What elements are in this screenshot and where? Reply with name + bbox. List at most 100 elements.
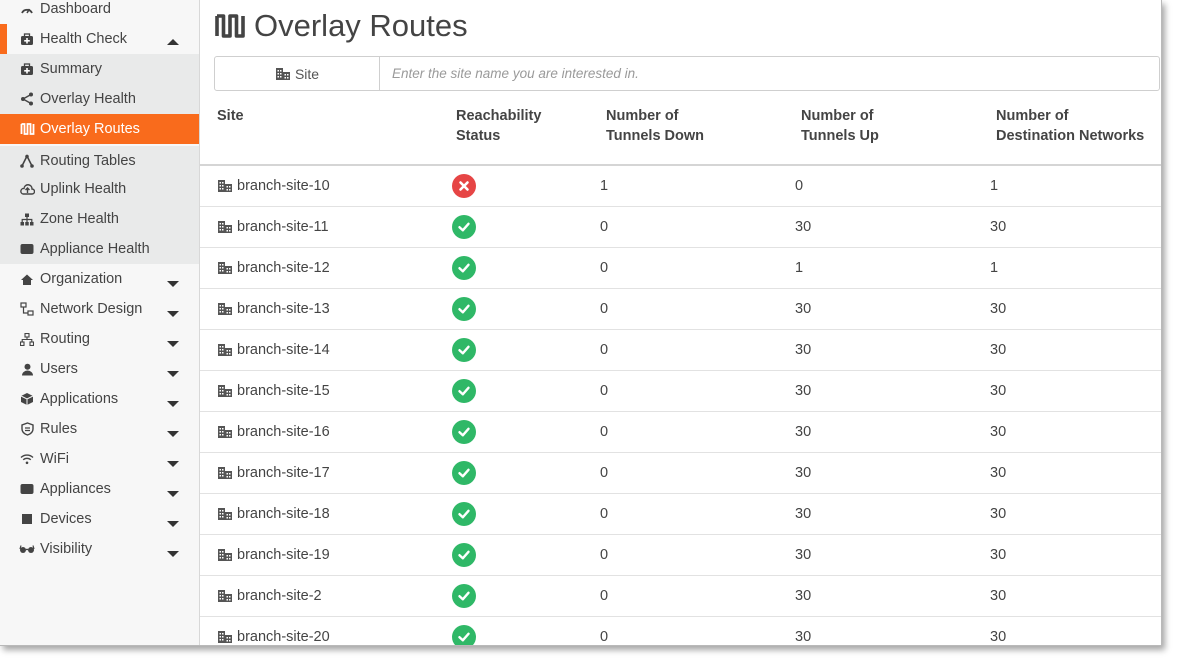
sidebar-item-label: Zone Health	[40, 211, 119, 227]
column-header-site[interactable]: Site	[200, 96, 456, 166]
table-row[interactable]: branch-site-12 0 1 1	[200, 247, 1161, 289]
table-row[interactable]: branch-site-18 0 30 30	[200, 493, 1161, 535]
tunnels-up-cell: 30	[795, 206, 996, 248]
table-row[interactable]: branch-site-14 0 30 30	[200, 329, 1161, 371]
sidebar-item-zone-health[interactable]: Zone Health	[0, 204, 199, 234]
site-cell[interactable]: branch-site-20	[200, 616, 456, 645]
table-row[interactable]: branch-site-17 0 30 30	[200, 452, 1161, 494]
sidebar-item-organization[interactable]: Organization	[0, 264, 199, 294]
column-header-destination-networks[interactable]: Number of Destination Networks	[996, 96, 1161, 166]
site-cell[interactable]: branch-site-14	[200, 329, 456, 371]
sidebar-item-uplink-health[interactable]: Uplink Health	[0, 174, 199, 204]
sidebar-item-routing-tables[interactable]: Routing Tables	[0, 146, 199, 176]
building-icon	[218, 180, 232, 192]
sidebar-item-users[interactable]: Users	[0, 354, 199, 384]
site-cell[interactable]: branch-site-2	[200, 575, 456, 617]
site-name[interactable]: branch-site-18	[237, 506, 330, 522]
sidebar-item-dashboard[interactable]: Dashboard	[0, 0, 199, 24]
building-icon	[275, 67, 290, 80]
site-cell[interactable]: branch-site-16	[200, 411, 456, 453]
sidebar-item-devices[interactable]: Devices	[0, 504, 199, 534]
sidebar-item-applications[interactable]: Applications	[0, 384, 199, 414]
chevron-down-icon[interactable]	[167, 401, 179, 407]
site-name[interactable]: branch-site-2	[237, 588, 322, 604]
tunnels-down-cell: 1	[600, 165, 801, 207]
site-name[interactable]: branch-site-13	[237, 301, 330, 317]
site-name[interactable]: branch-site-16	[237, 424, 330, 440]
site-cell[interactable]: branch-site-13	[200, 288, 456, 330]
tunnels-down-cell: 0	[600, 616, 801, 645]
sidebar-item-label: Uplink Health	[40, 181, 127, 197]
site-search-input[interactable]	[380, 57, 1159, 90]
sidebar-item-wifi[interactable]: WiFi	[0, 444, 199, 474]
table-row[interactable]: branch-site-15 0 30 30	[200, 370, 1161, 412]
sidebar-item-overlay-health[interactable]: Overlay Health	[0, 84, 199, 114]
site-name[interactable]: branch-site-14	[237, 342, 330, 358]
chevron-down-icon[interactable]	[167, 371, 179, 377]
sidebar-item-label: Routing Tables	[40, 153, 136, 169]
reachability-status-cell	[452, 493, 606, 535]
table-row[interactable]: branch-site-20 0 30 30	[200, 616, 1161, 645]
chevron-down-icon[interactable]	[167, 281, 179, 287]
site-name[interactable]: branch-site-10	[237, 178, 330, 194]
column-header-reachability-status[interactable]: Reachability Status	[456, 96, 606, 166]
site-cell[interactable]: branch-site-11	[200, 206, 456, 248]
sidebar-item-label: Appliances	[40, 481, 111, 497]
sidebar-item-label: Visibility	[40, 541, 93, 557]
site-cell[interactable]: branch-site-18	[200, 493, 456, 535]
chevron-down-icon[interactable]	[167, 551, 179, 557]
sidebar-item-label: Devices	[40, 511, 92, 527]
main-content: Overlay Routes Site Site Reac	[200, 0, 1161, 645]
shield-icon	[18, 422, 36, 436]
site-name[interactable]: branch-site-17	[237, 465, 330, 481]
building-icon	[218, 303, 232, 315]
sidebar-item-summary[interactable]: Summary	[0, 54, 199, 84]
table-row[interactable]: branch-site-16 0 30 30	[200, 411, 1161, 453]
status-ok-icon	[452, 338, 476, 362]
sidebar-item-appliances[interactable]: Appliances	[0, 474, 199, 504]
site-name[interactable]: branch-site-19	[237, 547, 330, 563]
sidebar-item-visibility[interactable]: Visibility	[0, 534, 199, 564]
table-row[interactable]: branch-site-13 0 30 30	[200, 288, 1161, 330]
site-cell[interactable]: branch-site-12	[200, 247, 456, 289]
tunnels-up-cell: 30	[795, 329, 996, 371]
site-cell[interactable]: branch-site-10	[200, 165, 456, 207]
sidebar-item-health-check[interactable]: Health Check	[0, 24, 199, 54]
chevron-up-icon[interactable]	[167, 39, 179, 45]
tunnels-down-cell: 0	[600, 288, 801, 330]
reachability-status-cell	[452, 411, 606, 453]
destination-networks-cell: 30	[990, 575, 1161, 617]
table-row[interactable]: branch-site-19 0 30 30	[200, 534, 1161, 576]
tunnels-up-cell: 1	[795, 247, 996, 289]
reachability-status-cell	[452, 370, 606, 412]
sidebar-item-label: Network Design	[40, 301, 143, 317]
sidebar-item-label: Overlay Health	[40, 91, 136, 107]
table-row[interactable]: branch-site-11 0 30 30	[200, 206, 1161, 248]
table-row[interactable]: branch-site-2 0 30 30	[200, 575, 1161, 617]
sidebar-item-overlay-routes[interactable]: Overlay Routes	[0, 114, 199, 144]
tunnels-down-cell: 0	[600, 247, 801, 289]
sidebar-item-rules[interactable]: Rules	[0, 414, 199, 444]
site-name[interactable]: branch-site-11	[237, 219, 329, 235]
site-cell[interactable]: branch-site-19	[200, 534, 456, 576]
table-row[interactable]: branch-site-10 1 0 1	[200, 165, 1161, 207]
site-name[interactable]: branch-site-15	[237, 383, 330, 399]
column-header-tunnels-down[interactable]: Number of Tunnels Down	[606, 96, 801, 166]
chevron-down-icon[interactable]	[167, 431, 179, 437]
site-cell[interactable]: branch-site-15	[200, 370, 456, 412]
chevron-down-icon[interactable]	[167, 491, 179, 497]
chevron-down-icon[interactable]	[167, 461, 179, 467]
site-name[interactable]: branch-site-12	[237, 260, 330, 276]
sidebar-item-network-design[interactable]: Network Design	[0, 294, 199, 324]
sidebar-item-appliance-health[interactable]: Appliance Health	[0, 234, 199, 264]
site-name[interactable]: branch-site-20	[237, 629, 330, 645]
site-cell[interactable]: branch-site-17	[200, 452, 456, 494]
column-header-tunnels-up[interactable]: Number of Tunnels Up	[801, 96, 996, 166]
overlay-routes-icon	[215, 14, 245, 38]
chevron-down-icon[interactable]	[167, 311, 179, 317]
chevron-down-icon[interactable]	[167, 521, 179, 527]
building-icon	[218, 467, 232, 479]
sidebar-item-routing[interactable]: Routing	[0, 324, 199, 354]
chevron-down-icon[interactable]	[167, 341, 179, 347]
reachability-status-cell	[452, 616, 606, 645]
